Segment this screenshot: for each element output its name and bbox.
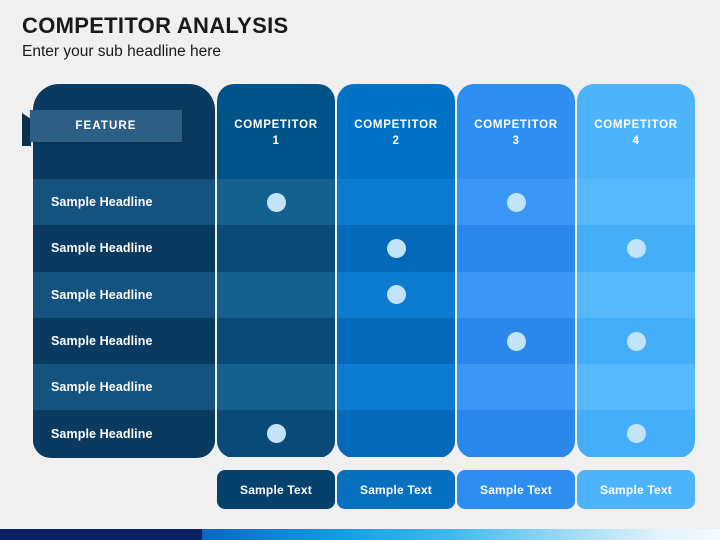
matrix-cell[interactable]: [217, 364, 335, 411]
feature-row-label: Sample Headline: [51, 287, 153, 302]
page-title: COMPETITOR ANALYSIS: [22, 13, 289, 38]
competitor-column-header: COMPETITOR 3: [457, 84, 575, 179]
matrix-cell[interactable]: [577, 364, 695, 411]
competitor-number: 3: [512, 134, 520, 147]
sample-text-button-2[interactable]: Sample Text: [337, 470, 455, 509]
feature-row[interactable]: Sample Headline: [33, 225, 215, 272]
matrix-cell[interactable]: [577, 225, 695, 272]
feature-present-dot-icon: [626, 331, 646, 351]
feature-present-dot-icon: [506, 192, 526, 212]
feature-row[interactable]: Sample Headline: [33, 271, 215, 318]
feature-row-label: Sample Headline: [51, 241, 153, 256]
matrix-cell[interactable]: [217, 225, 335, 272]
feature-present-dot-icon: [506, 331, 526, 351]
feature-present-dot-icon: [626, 424, 646, 444]
matrix-cell[interactable]: [457, 271, 575, 318]
feature-row-list: Sample Headline Sample Headline Sample H…: [33, 179, 215, 457]
competitor-column-header: COMPETITOR 1: [217, 84, 335, 179]
feature-row-label: Sample Headline: [51, 380, 153, 395]
feature-row[interactable]: Sample Headline: [33, 179, 215, 226]
bottom-bar-gradient-segment: [201, 529, 720, 540]
competitor-number: 4: [632, 134, 640, 147]
matrix-cell[interactable]: [457, 225, 575, 272]
matrix-cell[interactable]: [337, 179, 455, 226]
matrix-cell[interactable]: [337, 364, 455, 411]
matrix-cell[interactable]: [577, 317, 695, 365]
feature-row[interactable]: Sample Headline: [33, 410, 215, 457]
matrix-cell[interactable]: [337, 271, 455, 318]
bottom-bar-solid-segment: [0, 529, 202, 540]
sample-text-button-1[interactable]: Sample Text: [217, 470, 335, 509]
competitor-column-header: COMPETITOR 4: [577, 84, 695, 179]
matrix-cell[interactable]: [337, 225, 455, 272]
feature-ribbon: FEATURE: [22, 110, 182, 146]
feature-row[interactable]: Sample Headline: [33, 317, 215, 365]
feature-present-dot-icon: [386, 238, 406, 258]
matrix-cell[interactable]: [457, 364, 575, 411]
competitor-column-4[interactable]: COMPETITOR 4: [577, 84, 695, 458]
feature-row-label: Sample Headline: [51, 334, 153, 349]
matrix-cell[interactable]: [337, 317, 455, 365]
slide-header: COMPETITOR ANALYSIS Enter your sub headl…: [22, 13, 702, 61]
sample-text-button-label: Sample Text: [239, 482, 312, 497]
feature-ribbon-label: FEATURE: [75, 120, 137, 132]
bottom-accent-bar: [0, 529, 720, 540]
competitor-matrix: Sample Headline Sample Headline Sample H…: [0, 84, 720, 509]
matrix-cell[interactable]: [337, 410, 455, 457]
matrix-cell[interactable]: [217, 179, 335, 226]
feature-row-label: Sample Headline: [51, 426, 153, 441]
matrix-cell[interactable]: [577, 179, 695, 226]
matrix-cell[interactable]: [217, 317, 335, 365]
competitor-number: 2: [392, 134, 400, 147]
competitor-column-1[interactable]: COMPETITOR 1: [217, 84, 335, 458]
feature-present-dot-icon: [626, 238, 646, 258]
matrix-cell[interactable]: [217, 271, 335, 318]
matrix-cell[interactable]: [217, 410, 335, 457]
matrix-cell[interactable]: [577, 410, 695, 457]
competitor-name: COMPETITOR: [594, 118, 678, 131]
sample-text-button-label: Sample Text: [599, 482, 672, 497]
sample-text-button-3[interactable]: Sample Text: [457, 470, 575, 509]
competitor-column-2[interactable]: COMPETITOR 2: [337, 84, 455, 458]
competitor-number: 1: [272, 134, 280, 147]
matrix-cell[interactable]: [457, 317, 575, 365]
competitor-name: COMPETITOR: [234, 118, 318, 131]
feature-present-dot-icon: [266, 192, 286, 212]
matrix-cell[interactable]: [457, 410, 575, 457]
competitor-name: COMPETITOR: [474, 118, 558, 131]
feature-present-dot-icon: [386, 285, 406, 305]
feature-present-dot-icon: [266, 424, 286, 444]
feature-row[interactable]: Sample Headline: [33, 364, 215, 411]
competitor-name: COMPETITOR: [354, 118, 438, 131]
sample-text-button-4[interactable]: Sample Text: [577, 470, 695, 509]
competitor-column-3[interactable]: COMPETITOR 3: [457, 84, 575, 458]
matrix-cell[interactable]: [457, 179, 575, 226]
sample-text-button-label: Sample Text: [479, 482, 552, 497]
page-subtitle: Enter your sub headline here: [22, 43, 222, 61]
matrix-cell[interactable]: [577, 271, 695, 318]
feature-row-label: Sample Headline: [51, 195, 153, 210]
sample-text-button-label: Sample Text: [359, 482, 432, 497]
competitor-column-header: COMPETITOR 2: [337, 84, 455, 179]
